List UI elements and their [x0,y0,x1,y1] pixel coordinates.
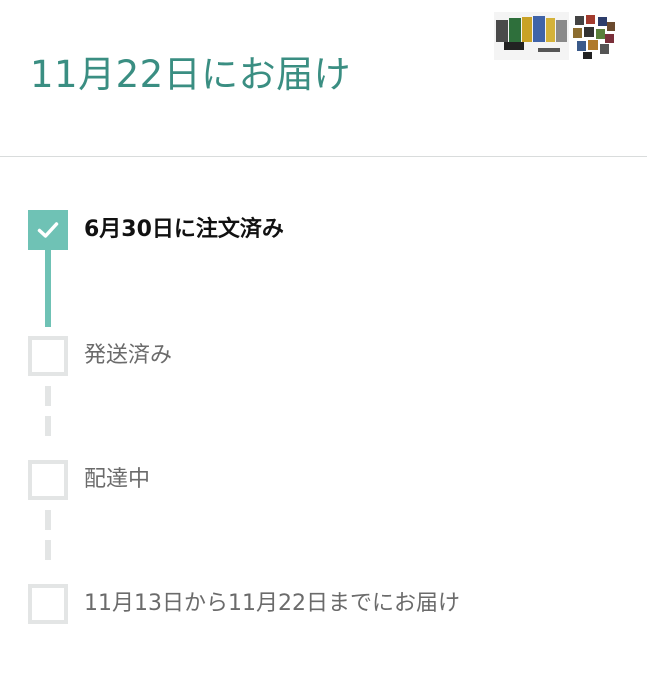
product-image-cards[interactable] [571,14,616,60]
empty-box-icon [28,460,68,500]
empty-box-icon [28,584,68,624]
tracker-step-ordered: 6月30日に注文済み [28,210,628,250]
shipment-tracker: 6月30日に注文済み 発送済み 配達中 11月13日から11月22日までにお届け [0,157,647,680]
tracker-step-label: 6月30日に注文済み [84,217,284,242]
progress-line-complete [45,249,51,327]
tracker-step-label: 配達中 [84,467,151,492]
progress-line-pending [45,386,51,406]
delivery-date-title: 11月22日にお届け [30,53,352,96]
order-header: 11月22日にお届け [0,0,647,157]
checkmark-icon [28,210,68,250]
product-image-set-box[interactable] [494,12,569,60]
empty-box-icon [28,336,68,376]
tracker-step-out-for-delivery: 配達中 [28,460,628,500]
tracker-step-label: 11月13日から11月22日までにお届け [84,591,460,616]
tracker-step-delivery-window: 11月13日から11月22日までにお届け [28,584,628,624]
tracker-step-shipped: 発送済み [28,336,628,376]
progress-line-pending [45,540,51,560]
product-thumbnails[interactable] [494,12,616,60]
tracker-step-label: 発送済み [84,343,173,368]
progress-line-pending [45,510,51,530]
progress-line-pending [45,416,51,436]
